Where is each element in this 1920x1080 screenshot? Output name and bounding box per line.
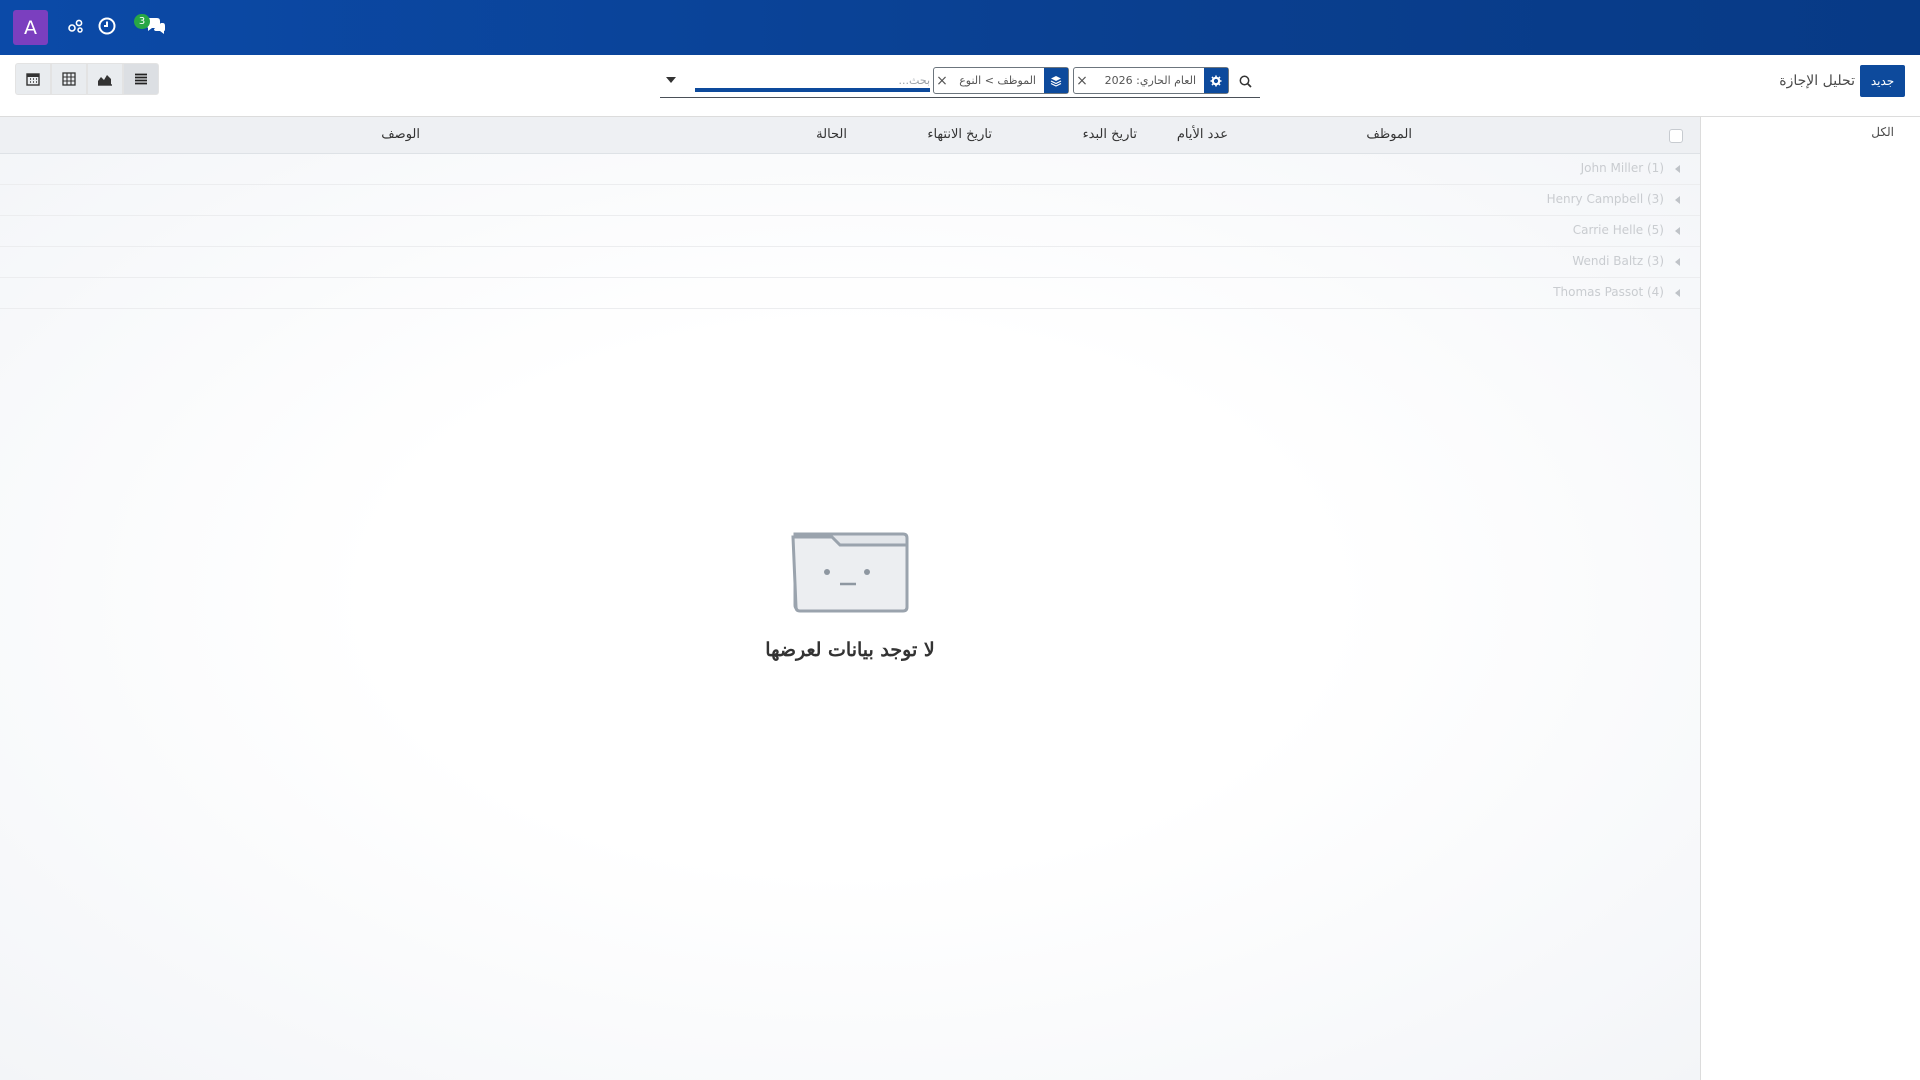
group-facet-value: الموظف > النوع	[959, 74, 1036, 87]
select-all-checkbox[interactable]	[1669, 129, 1683, 143]
pivot-view-button[interactable]	[51, 63, 87, 95]
control-panel: × الموظف > النوع × العام الحاري: 2026 تح…	[0, 55, 1920, 117]
group-row[interactable]: John Miller (1)	[0, 154, 1700, 185]
view-switcher	[15, 63, 159, 95]
list-view-button[interactable]	[123, 63, 159, 95]
list-icon	[135, 73, 147, 85]
filter-side-panel: الكل	[1700, 117, 1920, 1080]
column-employee[interactable]: الموظف	[1366, 127, 1412, 142]
graph-view-button[interactable]	[87, 63, 123, 95]
calendar-icon	[26, 73, 40, 86]
filter-facet: × العام الحاري: 2026	[1073, 67, 1229, 94]
group-row-label: Wendi Baltz (3)	[1572, 254, 1664, 268]
clock-icon[interactable]	[96, 15, 118, 37]
caret-left-icon	[1675, 227, 1680, 235]
search-bar: × الموظف > النوع × العام الحاري: 2026	[660, 65, 1260, 98]
area-chart-icon	[98, 75, 112, 86]
user-avatar[interactable]: A	[13, 10, 48, 45]
empty-state: لا توجد بيانات لعرضها	[760, 529, 940, 661]
group-row-label: Carrie Helle (5)	[1572, 223, 1664, 237]
caret-left-icon	[1675, 196, 1680, 204]
column-description[interactable]: الوصف	[381, 127, 420, 142]
top-navbar: A 3	[0, 0, 1920, 55]
calendar-view-button[interactable]	[15, 63, 51, 95]
group-by-facet: × الموظف > النوع	[933, 67, 1069, 94]
column-status[interactable]: الحالة	[816, 127, 847, 142]
group-row[interactable]: Henry Campbell (3)	[0, 185, 1700, 216]
caret-left-icon	[1675, 289, 1680, 297]
search-input[interactable]	[695, 72, 930, 92]
group-row-label: Thomas Passot (4)	[1553, 285, 1664, 299]
empty-folder-icon	[791, 532, 909, 613]
side-item-all[interactable]: الكل	[1871, 125, 1894, 139]
group-row-label: Henry Campbell (3)	[1546, 192, 1664, 206]
group-row[interactable]: Wendi Baltz (3)	[0, 247, 1700, 278]
list-view: الموظف عدد الأيام تاريخ البدء تاريخ الان…	[0, 117, 1700, 1080]
filter-gear-icon	[1204, 68, 1228, 93]
activity-icon[interactable]	[65, 15, 87, 37]
search-button[interactable]	[1235, 71, 1255, 91]
search-icon	[1239, 75, 1252, 88]
column-days[interactable]: عدد الأيام	[1177, 127, 1228, 142]
column-start-date[interactable]: تاريخ البدء	[1083, 127, 1137, 142]
caret-down-icon	[666, 77, 676, 83]
new-button[interactable]: جديد	[1860, 65, 1905, 97]
caret-left-icon	[1675, 258, 1680, 266]
filter-facet-value: العام الحاري: 2026	[1104, 74, 1196, 87]
search-options-toggle[interactable]	[664, 73, 678, 87]
caret-left-icon	[1675, 165, 1680, 173]
group-row-label: John Miller (1)	[1580, 161, 1664, 175]
table-header: الموظف عدد الأيام تاريخ البدء تاريخ الان…	[0, 117, 1700, 154]
group-row[interactable]: Carrie Helle (5)	[0, 216, 1700, 247]
remove-filter-facet-button[interactable]: ×	[1074, 68, 1090, 93]
group-row[interactable]: Thomas Passot (4)	[0, 278, 1700, 309]
layers-icon	[1044, 68, 1068, 93]
remove-group-facet-button[interactable]: ×	[934, 68, 950, 93]
empty-state-title: لا توجد بيانات لعرضها	[765, 639, 935, 661]
column-end-date[interactable]: تاريخ الانتهاء	[927, 127, 992, 142]
breadcrumb: تحليل الإجازة	[1779, 73, 1855, 89]
table-icon	[62, 72, 76, 86]
messages-count-badge: 3	[134, 14, 150, 29]
